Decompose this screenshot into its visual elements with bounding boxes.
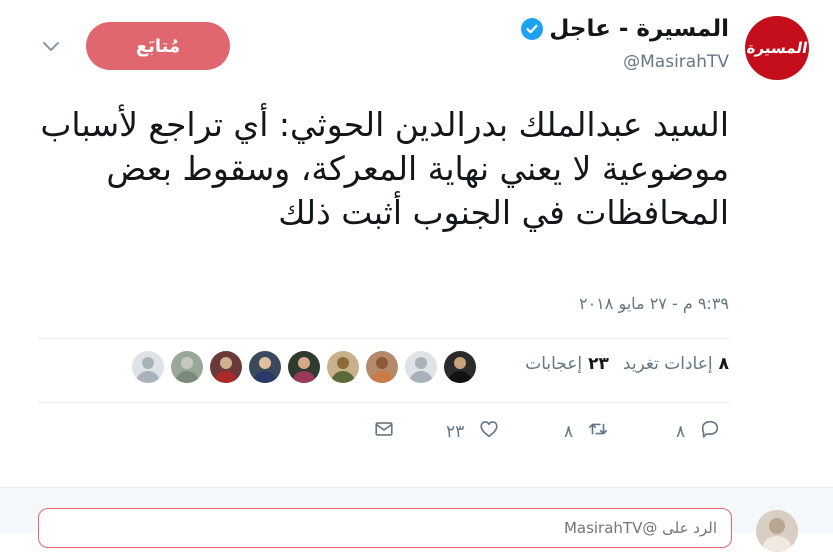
- liker-avatar-head: [142, 357, 154, 369]
- liker-avatar-head: [298, 357, 310, 369]
- reply-area: [0, 487, 833, 552]
- verified-badge-icon: [521, 18, 544, 40]
- liker-avatar[interactable]: [132, 351, 164, 383]
- following-button[interactable]: مُتابَع: [86, 22, 230, 70]
- liker-avatar[interactable]: [444, 351, 476, 383]
- like-count: ٢٣: [446, 421, 465, 442]
- display-name[interactable]: المسيرة - عاجل: [549, 16, 729, 42]
- liker-avatar[interactable]: [171, 351, 203, 383]
- liker-avatar-head: [259, 357, 271, 369]
- direct-message-action[interactable]: [373, 418, 395, 445]
- likes-stat[interactable]: ٢٣إعجابات: [525, 354, 609, 374]
- liker-avatar-body: [253, 371, 277, 383]
- account-handle[interactable]: @MasirahTV: [623, 52, 729, 72]
- liker-avatar-head: [337, 357, 349, 369]
- tweet-actions: ٨ ٨ ٢٣: [0, 418, 833, 450]
- liker-avatar[interactable]: [405, 351, 437, 383]
- envelope-icon[interactable]: [373, 418, 395, 445]
- retweets-stat[interactable]: ٨إعادات تغريد: [623, 354, 729, 374]
- liker-avatar[interactable]: [288, 351, 320, 383]
- liker-avatar-head: [376, 357, 388, 369]
- liker-avatar-body: [370, 371, 394, 383]
- liker-avatar-body: [409, 371, 433, 383]
- liker-avatar[interactable]: [249, 351, 281, 383]
- liker-avatar-head: [454, 357, 466, 369]
- retweet-icon[interactable]: [587, 418, 609, 445]
- divider: [38, 402, 729, 403]
- reply-icon[interactable]: [699, 418, 721, 445]
- divider: [38, 338, 729, 339]
- liker-avatar-head: [415, 357, 427, 369]
- liker-avatar[interactable]: [210, 351, 242, 383]
- account-name-row[interactable]: المسيرة - عاجل: [521, 16, 729, 42]
- likes-label: إعجابات: [525, 354, 583, 374]
- reply-count: ٨: [676, 421, 686, 442]
- retweets-label: إعادات تغريد: [622, 354, 713, 374]
- like-action[interactable]: ٢٣: [446, 418, 500, 445]
- liker-avatar-head: [220, 357, 232, 369]
- liker-avatar-body: [331, 371, 355, 383]
- liker-avatar-body: [448, 371, 472, 383]
- masirah-logo: المسيرة: [745, 39, 809, 57]
- liker-avatar-body: [292, 371, 316, 383]
- liker-avatar[interactable]: [327, 351, 359, 383]
- reply-input[interactable]: [38, 508, 732, 548]
- liker-avatar-body: [175, 371, 199, 383]
- liker-avatar-body: [136, 371, 160, 383]
- tweet-stats: ٨إعادات تغريد ٢٣إعجابات: [525, 354, 729, 374]
- liker-avatar[interactable]: [366, 351, 398, 383]
- heart-icon[interactable]: [478, 418, 500, 445]
- tweet-timestamp[interactable]: ٩:٣٩ م - ٢٧ مايو ٢٠١٨: [579, 294, 729, 313]
- retweet-count: ٨: [564, 421, 574, 442]
- liker-avatar-head: [181, 357, 193, 369]
- account-avatar[interactable]: المسيرة: [745, 16, 809, 80]
- reply-action[interactable]: ٨: [676, 418, 721, 445]
- liker-avatars: [132, 351, 476, 383]
- retweet-action[interactable]: ٨: [564, 418, 609, 445]
- chevron-down-icon[interactable]: [40, 38, 62, 54]
- retweets-count: ٨: [718, 354, 729, 374]
- tweet-text: السيد عبدالملك بدرالدين الحوثي: أي تراجع…: [40, 105, 729, 232]
- likes-count: ٢٣: [588, 354, 609, 374]
- current-user-avatar: [756, 510, 798, 552]
- liker-avatar-body: [214, 371, 238, 383]
